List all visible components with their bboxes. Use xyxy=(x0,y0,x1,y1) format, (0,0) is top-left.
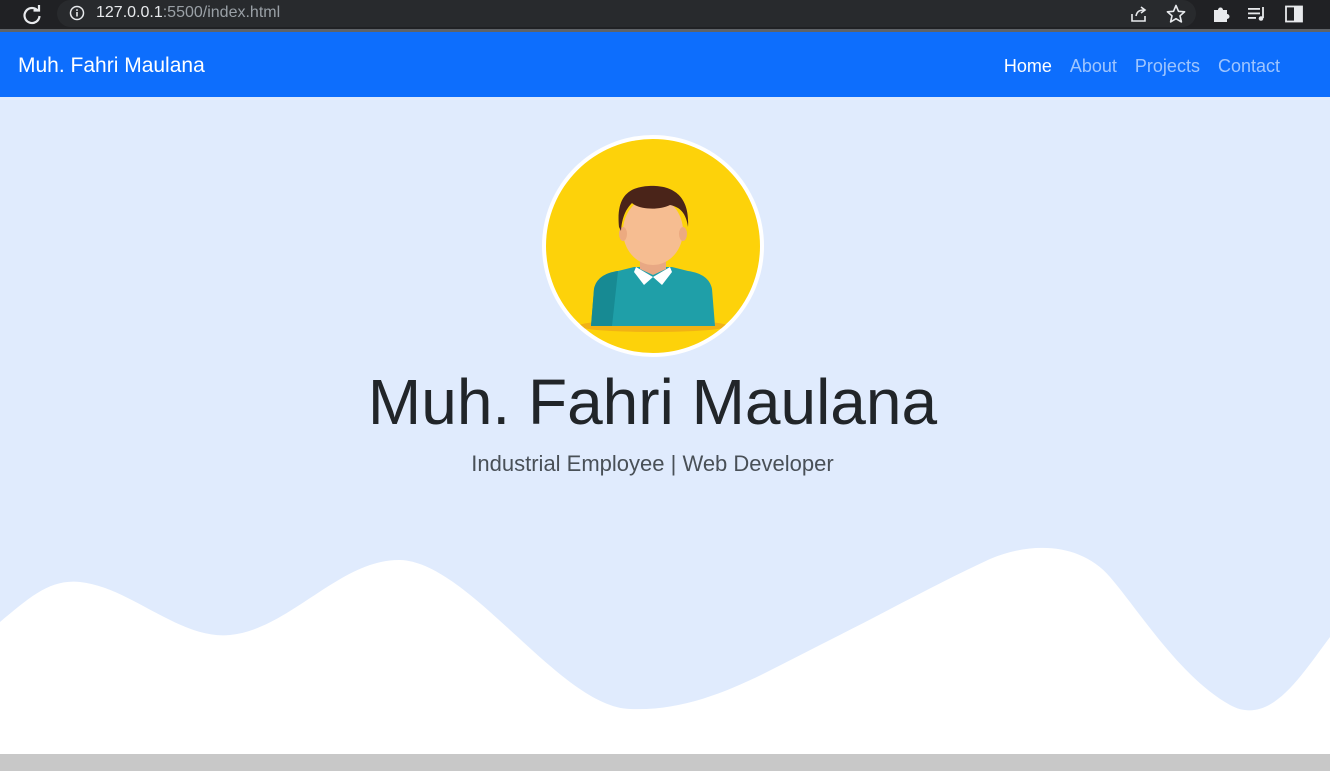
url-path: :5500/index.html xyxy=(162,4,281,21)
url-host: 127.0.0.1 xyxy=(96,4,163,21)
extensions-icon[interactable] xyxy=(1210,3,1232,25)
wave-divider xyxy=(0,547,1330,754)
nav-link-home[interactable]: Home xyxy=(1004,54,1052,78)
nav-link-contact[interactable]: Contact xyxy=(1218,54,1280,78)
hero-title: Muh. Fahri Maulana xyxy=(367,366,938,438)
browser-toolbar: 127.0.0.1:5500/index.html xyxy=(0,0,1330,31)
url-text[interactable]: 127.0.0.1:5500/index.html xyxy=(96,3,280,23)
avatar xyxy=(542,135,764,357)
share-icon[interactable] xyxy=(1128,3,1150,25)
media-controls-icon[interactable] xyxy=(1246,3,1268,25)
address-bar[interactable]: 127.0.0.1:5500/index.html xyxy=(57,0,1196,27)
reload-icon[interactable] xyxy=(20,3,44,27)
hero-subtitle: Industrial Employee | Web Developer xyxy=(471,451,834,476)
nav-link-projects[interactable]: Projects xyxy=(1135,54,1200,78)
horizontal-scrollbar[interactable] xyxy=(0,754,1330,771)
bookmark-star-icon[interactable] xyxy=(1165,3,1187,25)
hero-section: Muh. Fahri Maulana Industrial Employee |… xyxy=(0,97,1330,754)
profile-avatar-image xyxy=(546,139,760,353)
site-info-icon[interactable] xyxy=(69,5,85,21)
nav-links: Home About Projects Contact xyxy=(1004,54,1280,78)
navbar: Muh. Fahri Maulana Home About Projects C… xyxy=(0,32,1330,97)
navbar-brand[interactable]: Muh. Fahri Maulana xyxy=(18,53,205,79)
side-panel-icon[interactable] xyxy=(1283,3,1305,25)
nav-link-about[interactable]: About xyxy=(1070,54,1117,78)
